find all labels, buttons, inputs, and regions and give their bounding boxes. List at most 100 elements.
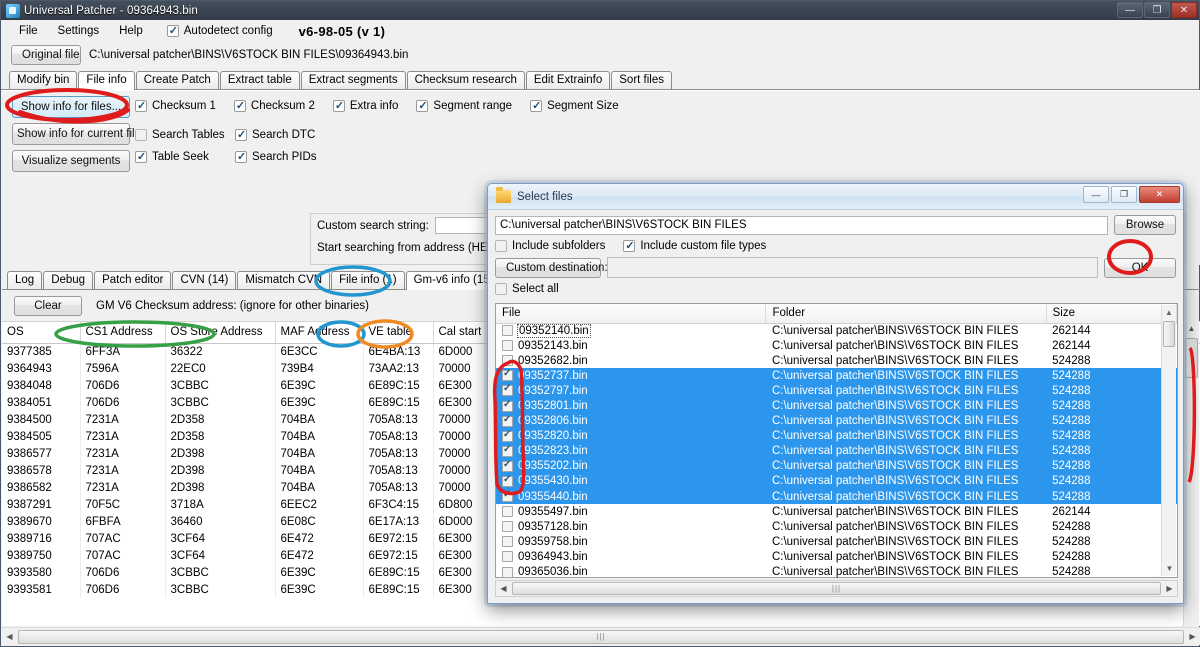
- autodetect-config-checkbox[interactable]: Autodetect config: [166, 24, 273, 37]
- menu-item-settings[interactable]: Settings: [48, 22, 110, 40]
- checkbox-include-custom-file-types[interactable]: Include custom file types: [623, 239, 766, 252]
- tab-checksum-research[interactable]: Checksum research: [406, 71, 525, 89]
- checkbox-search-pids[interactable]: Search PIDs: [235, 150, 317, 163]
- tab-log[interactable]: Log: [7, 271, 43, 289]
- file-checkbox-icon[interactable]: [502, 506, 513, 518]
- tab-extract-table[interactable]: Extract table: [219, 71, 300, 89]
- col-folder[interactable]: Folder: [765, 304, 1047, 324]
- menu-item-help[interactable]: Help: [109, 22, 153, 40]
- file-checkbox-icon[interactable]: [502, 355, 513, 367]
- checkbox-search-tables[interactable]: Search Tables: [135, 129, 227, 141]
- list-item[interactable]: 09352801.bin C:\universal patcher\BINS\V6…: [496, 398, 1177, 414]
- dialog-maximize-icon[interactable]: ❐: [1111, 186, 1137, 203]
- col-file[interactable]: File: [496, 304, 767, 324]
- scroll-right-icon[interactable]: ▶: [1162, 584, 1177, 593]
- checkbox-checksum-1[interactable]: Checksum 1: [135, 99, 216, 112]
- scroll-up-icon[interactable]: ▲: [1162, 305, 1176, 320]
- folder-path-input[interactable]: C:\universal patcher\BINS\V6STOCK BIN FI…: [495, 215, 1108, 235]
- scroll-down-icon[interactable]: ▼: [1162, 561, 1177, 576]
- file-checkbox-icon[interactable]: [502, 368, 513, 382]
- tab-modify-bin[interactable]: Modify bin: [9, 71, 78, 89]
- list-item[interactable]: 09352820.bin C:\universal patcher\BINS\V6…: [496, 428, 1177, 444]
- main-horizontal-scrollbar[interactable]: ◀ ||| ▶: [2, 627, 1200, 645]
- file-checkbox-icon[interactable]: [502, 536, 513, 548]
- file-checkbox-icon[interactable]: [502, 551, 513, 563]
- file-list-horizontal-scrollbar[interactable]: ◀ ||| ▶: [495, 580, 1178, 597]
- list-item[interactable]: 09352737.bin C:\universal patcher\BINS\V6…: [496, 368, 1177, 384]
- visualize-segments-button[interactable]: Visualize segments: [12, 150, 130, 172]
- list-item[interactable]: 09352143.bin C:\universal patcher\BINS\V6…: [496, 338, 1177, 353]
- list-item[interactable]: 09355430.bin C:\universal patcher\BINS\V6…: [496, 473, 1177, 490]
- tab-file-info-results[interactable]: File info (1): [331, 271, 405, 289]
- tab-extract-segments[interactable]: Extract segments: [300, 71, 406, 89]
- checkbox-select-all[interactable]: Select all: [495, 283, 559, 295]
- file-checkbox-icon[interactable]: [502, 459, 513, 472]
- file-checkbox-icon[interactable]: [502, 383, 513, 397]
- file-checkbox-icon[interactable]: [502, 340, 513, 352]
- list-item[interactable]: 09359758.bin C:\universal patcher\BINS\V6…: [496, 534, 1177, 549]
- show-info-for-files-button[interactable]: Show info for files...: [12, 96, 130, 118]
- custom-destination-input[interactable]: [607, 257, 1098, 278]
- results-vertical-scrollbar[interactable]: ▲: [1183, 321, 1199, 626]
- checkbox-search-dtc[interactable]: Search DTC: [235, 128, 317, 141]
- tab-mismatch-cvn[interactable]: Mismatch CVN: [237, 271, 331, 289]
- clear-button[interactable]: Clear: [14, 296, 82, 316]
- scroll-right-icon[interactable]: ▶: [1185, 632, 1200, 641]
- list-item[interactable]: 09365036.bin C:\universal patcher\BINS\V6…: [496, 565, 1177, 580]
- show-info-for-current-file-button[interactable]: Show info for current file: [12, 123, 141, 145]
- col-cs1-address[interactable]: CS1 Address: [80, 322, 166, 344]
- file-checkbox-icon[interactable]: [502, 566, 513, 578]
- col-os[interactable]: OS: [2, 322, 81, 344]
- tab-patch-editor[interactable]: Patch editor: [94, 271, 172, 289]
- scroll-thumb[interactable]: [1185, 338, 1198, 378]
- file-checkbox-icon[interactable]: [502, 489, 513, 503]
- tab-edit-extrainfo[interactable]: Edit Extrainfo: [525, 71, 611, 89]
- ok-button[interactable]: OK: [1104, 257, 1176, 278]
- file-checkbox-icon[interactable]: [502, 399, 513, 412]
- list-item[interactable]: 09352823.bin C:\universal patcher\BINS\V6…: [496, 443, 1177, 459]
- col-cal-start[interactable]: Cal start: [433, 322, 494, 344]
- file-checkbox-icon[interactable]: [502, 429, 513, 442]
- dialog-minimize-icon[interactable]: —: [1083, 186, 1109, 203]
- tab-debug[interactable]: Debug: [43, 271, 94, 289]
- tab-file-info[interactable]: File info: [78, 71, 135, 90]
- checkbox-checksum-2[interactable]: Checksum 2: [233, 99, 315, 112]
- menu-item-file[interactable]: File: [9, 22, 48, 40]
- tab-sort-files[interactable]: Sort files: [611, 71, 673, 89]
- scroll-left-icon[interactable]: ◀: [2, 632, 17, 641]
- col-os-store-address[interactable]: OS Store Address: [165, 322, 276, 344]
- col-maf-address[interactable]: MAF Address: [275, 322, 364, 344]
- col-size[interactable]: Size: [1046, 304, 1178, 324]
- browse-button[interactable]: Browse: [1114, 215, 1176, 235]
- list-item[interactable]: 09352806.bin C:\universal patcher\BINS\V6…: [496, 413, 1177, 429]
- list-item[interactable]: 09355440.bin C:\universal patcher\BINS\V6…: [496, 489, 1177, 505]
- file-checkbox-icon[interactable]: [502, 325, 513, 337]
- file-list-vertical-scrollbar[interactable]: ▲ ▼: [1161, 305, 1176, 576]
- file-checkbox-icon[interactable]: [502, 444, 513, 457]
- checkbox-extra-info[interactable]: Extra info: [332, 99, 398, 112]
- scroll-up-icon[interactable]: ▲: [1184, 321, 1199, 337]
- list-item[interactable]: 09364943.bin C:\universal patcher\BINS\V6…: [496, 549, 1177, 564]
- file-checkbox-icon[interactable]: [502, 474, 513, 487]
- list-item[interactable]: 09352682.bin C:\universal patcher\BINS\V6…: [496, 353, 1177, 368]
- file-list[interactable]: File Folder Size 09352140.bin C:\universa…: [495, 303, 1178, 593]
- scroll-thumb[interactable]: [1163, 321, 1175, 347]
- dialog-close-icon[interactable]: ✕: [1139, 186, 1180, 203]
- scroll-left-icon[interactable]: ◀: [496, 584, 511, 593]
- file-checkbox-icon[interactable]: [502, 414, 513, 427]
- scroll-thumb-horizontal[interactable]: |||: [512, 582, 1161, 595]
- maximize-icon[interactable]: ❐: [1144, 2, 1170, 18]
- col-ve-table[interactable]: VE table: [363, 322, 434, 344]
- list-item[interactable]: 09357128.bin C:\universal patcher\BINS\V6…: [496, 519, 1177, 534]
- list-item[interactable]: 09352140.bin C:\universal patcher\BINS\V6…: [496, 323, 1177, 338]
- checkbox-table-seek[interactable]: Table Seek: [135, 150, 227, 163]
- file-checkbox-icon[interactable]: [502, 521, 513, 533]
- checkbox-segment-size[interactable]: Segment Size: [530, 99, 619, 112]
- custom-destination-button[interactable]: Custom destination:: [495, 257, 608, 278]
- list-item[interactable]: 09352797.bin C:\universal patcher\BINS\V6…: [496, 383, 1177, 399]
- checkbox-segment-range[interactable]: Segment range: [416, 99, 512, 112]
- scroll-thumb-horizontal[interactable]: |||: [18, 629, 1184, 644]
- tab-create-patch[interactable]: Create Patch: [135, 71, 219, 89]
- original-file-button[interactable]: Original file: [11, 45, 81, 65]
- minimize-icon[interactable]: —: [1117, 2, 1143, 18]
